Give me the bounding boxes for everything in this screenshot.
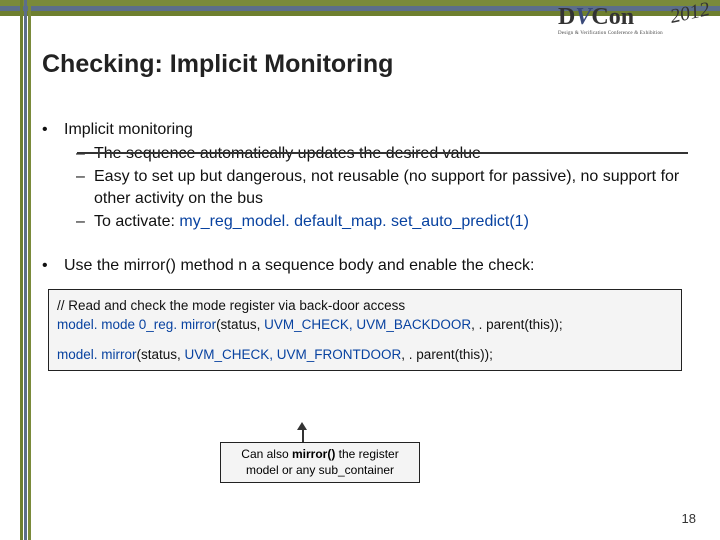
sub-bullet-text: To activate: my_reg_model. default_map. … xyxy=(94,211,700,233)
slide-title: Checking: Implicit Monitoring xyxy=(42,50,700,79)
callout-connector xyxy=(302,427,304,442)
sub-bullet: To activate: my_reg_model. default_map. … xyxy=(76,211,700,233)
code-comment: // Read and check the mode register via … xyxy=(57,296,673,316)
callout-line1: Can also mirror() the register xyxy=(231,447,409,463)
bullet-item: Implicit monitoring The sequence automat… xyxy=(42,119,700,233)
callout-line2: model or any sub_container xyxy=(231,463,409,479)
slide-content: Checking: Implicit Monitoring Implicit m… xyxy=(42,50,700,371)
bullet-item: Use the mirror() method n a sequence bod… xyxy=(42,255,700,277)
code-line: model. mirror(status, UVM_CHECK, UVM_FRO… xyxy=(57,345,673,365)
code-inline: my_reg_model. default_map. set_auto_pred… xyxy=(179,213,529,230)
page-number: 18 xyxy=(682,511,696,526)
title-underline xyxy=(77,152,688,154)
logo-prefix: D xyxy=(558,4,575,30)
bullet-list: Implicit monitoring The sequence automat… xyxy=(42,119,700,371)
logo-subtitle: Design & Verification Conference & Exhib… xyxy=(558,31,708,36)
sub-bullet: Easy to set up but dangerous, not reusab… xyxy=(76,166,700,209)
logo-suffix: Con xyxy=(591,4,634,30)
decor-vlines xyxy=(20,0,32,540)
bullet-text: Implicit monitoring xyxy=(64,119,193,141)
code-line: model. mode 0_reg. mirror(status, UVM_CH… xyxy=(57,315,673,335)
logo-mid: V xyxy=(575,4,591,30)
logo-year: 2012 xyxy=(668,0,712,29)
bullet-text: Use the mirror() method n a sequence bod… xyxy=(64,255,535,277)
code-box: // Read and check the mode register via … xyxy=(48,289,682,372)
sub-bullet-text: Easy to set up but dangerous, not reusab… xyxy=(94,166,700,209)
callout: Can also mirror() the register model or … xyxy=(220,442,420,483)
